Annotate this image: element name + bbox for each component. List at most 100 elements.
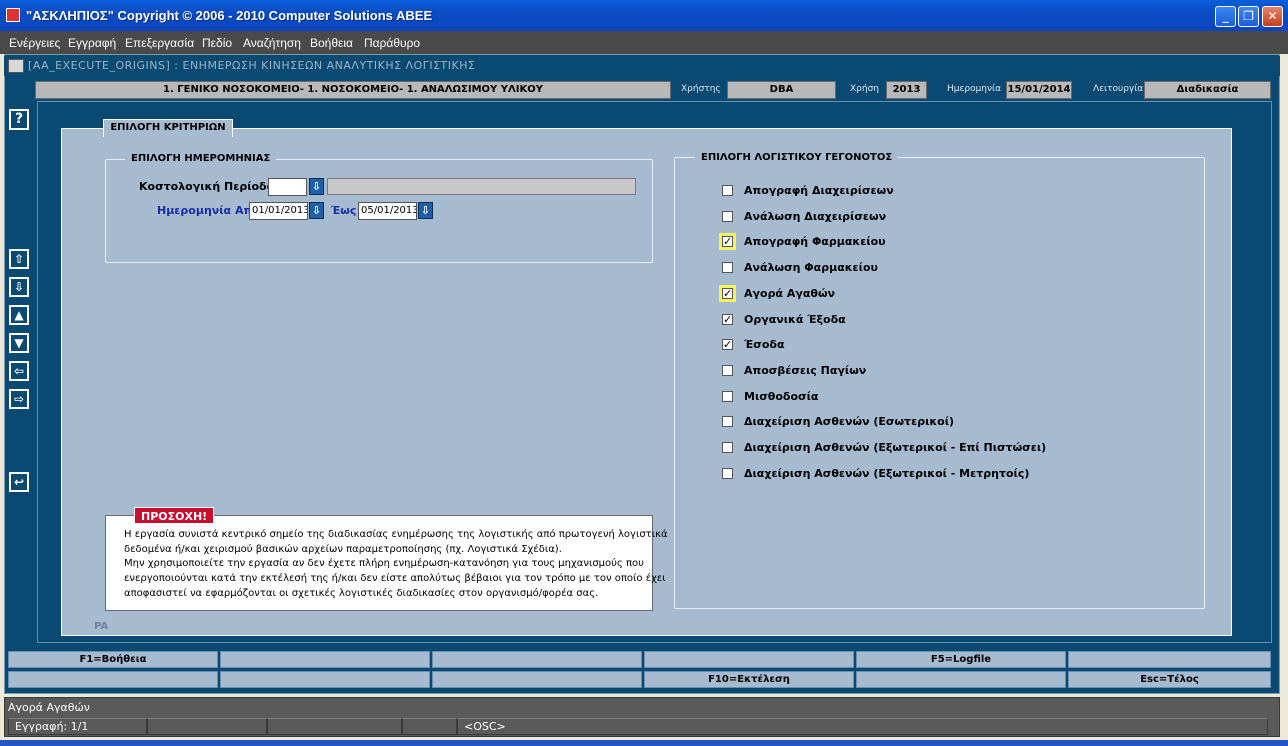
warning-line: Μην χρησιμοποιείτε την εργασία αν δεν έχ… bbox=[124, 558, 644, 570]
event-checkbox[interactable] bbox=[722, 468, 733, 479]
warning-line: Η εργασία συνιστά κεντρικό σημείο της δι… bbox=[124, 529, 668, 540]
exit-button[interactable]: ↩ bbox=[9, 472, 29, 492]
status-record: Εγγραφή: 1/1 bbox=[8, 718, 147, 735]
next-record-button[interactable]: ▼ bbox=[9, 333, 29, 353]
warning-text: Η εργασία συνιστά κεντρικό σημείο της δι… bbox=[124, 528, 668, 602]
warning-title: ΠΡΟΣΟΧΗ! bbox=[134, 507, 215, 524]
cost-period-label: Κοστολογική Περίοδος bbox=[139, 180, 281, 193]
event-checkbox[interactable] bbox=[722, 442, 733, 453]
f5-logfile-button[interactable]: F5=Logfile bbox=[856, 651, 1066, 668]
esc-end-button[interactable]: Esc=Τέλος bbox=[1068, 671, 1271, 688]
event-checkbox-label: Διαχείριση Ασθενών (Εσωτερικοί) bbox=[744, 415, 955, 428]
event-checkbox-label: Αποσβέσεις Παγίων bbox=[744, 364, 867, 377]
status-row: Εγγραφή: 1/1 <OSC> bbox=[8, 718, 1272, 735]
fkey-empty[interactable] bbox=[856, 671, 1066, 688]
date-group-title: ΕΠΙΛΟΓΗ ΗΜΕΡΟΜΗΝΙΑΣ bbox=[125, 153, 277, 164]
event-checkbox-label: Οργανικά Έξοδα bbox=[744, 313, 846, 326]
event-group bbox=[674, 157, 1205, 609]
fkey-empty[interactable] bbox=[432, 671, 642, 688]
fkey-empty[interactable] bbox=[8, 671, 218, 688]
org-field: 1. ΓΕΝΙΚΟ ΝΟΣΟΚΟΜΕΙΟ- 1. ΝΟΣΟΚΟΜΕΙΟ- 1. … bbox=[35, 81, 671, 99]
event-checkbox[interactable]: ✓ bbox=[722, 339, 733, 350]
fkey-empty[interactable] bbox=[644, 651, 854, 668]
taskbar bbox=[0, 740, 1288, 746]
event-checkbox[interactable] bbox=[722, 211, 733, 222]
warning-line: ενεργοποιούνται κατά την εκτέλεσή της ή/… bbox=[124, 573, 666, 585]
event-checkbox-label: Απογραφή Διαχειρίσεων bbox=[744, 184, 894, 197]
event-checkbox[interactable] bbox=[722, 365, 733, 376]
close-button[interactable]: ✕ bbox=[1262, 6, 1283, 27]
year-label: Χρήση bbox=[850, 84, 879, 94]
event-checkbox[interactable] bbox=[722, 416, 733, 427]
date-label: Ημερομηνία bbox=[947, 84, 1002, 94]
menu-search[interactable]: Αναζήτηση bbox=[243, 36, 301, 50]
title-bar: "ΑΣΚΛΗΠΙΟΣ" Copyright © 2006 - 2010 Comp… bbox=[0, 0, 1288, 31]
cost-period-input[interactable] bbox=[268, 178, 307, 196]
help-button[interactable]: ? bbox=[9, 109, 29, 130]
status-mode: <OSC> bbox=[457, 718, 1268, 735]
status-cell bbox=[147, 718, 267, 735]
next-block-button[interactable]: ⇨ bbox=[9, 389, 29, 409]
event-checkbox-label: Διαχείριση Ασθενών (Εξωτερικοί - Επί Πισ… bbox=[744, 441, 1047, 454]
year-field: 2013 bbox=[886, 81, 927, 99]
criteria-tab: ΕΠΙΛΟΓΗ ΚΡΙΤΗΡΙΩΝ bbox=[103, 119, 233, 137]
cost-period-lov-icon[interactable]: ⇩ bbox=[309, 178, 324, 195]
date-to-calendar-icon[interactable]: ⇩ bbox=[418, 202, 433, 219]
menu-record[interactable]: Εγγραφή bbox=[68, 36, 116, 50]
event-checkbox-label: Αγορά Αγαθών bbox=[744, 287, 835, 300]
menu-help[interactable]: Βοήθεια bbox=[310, 36, 353, 50]
event-group-title: ΕΠΙΛΟΓΗ ΛΟΓΙΣΤΙΚΟΥ ΓΕΓΟΝΟΤΟΣ bbox=[695, 152, 899, 163]
form-icon bbox=[8, 59, 24, 73]
date-to-input[interactable]: 05/01/2013 bbox=[358, 202, 417, 220]
form-header-text: [AA_EXECUTE_ORIGINS] : ΕΝΗΜΕΡΩΣΗ ΚΙΝΗΣΕΩ… bbox=[28, 59, 476, 72]
date-from-input[interactable]: 01/01/2013 bbox=[249, 202, 308, 220]
function-label: Λειτουργία bbox=[1093, 84, 1144, 94]
event-checkbox-label: Έσοδα bbox=[744, 338, 785, 351]
date-field: 15/01/2014 bbox=[1006, 81, 1072, 99]
window-title: "ΑΣΚΛΗΠΙΟΣ" Copyright © 2006 - 2010 Comp… bbox=[26, 8, 433, 23]
event-checkbox[interactable]: ✓ bbox=[719, 233, 736, 250]
event-checkbox-label: Μισθοδοσία bbox=[744, 390, 819, 403]
minimize-button[interactable]: _ bbox=[1215, 6, 1236, 27]
user-label: Χρήστης bbox=[681, 84, 721, 94]
restore-button[interactable]: ❐ bbox=[1238, 6, 1259, 27]
app-icon bbox=[6, 8, 20, 22]
date-from-calendar-icon[interactable]: ⇩ bbox=[309, 202, 324, 219]
menu-actions[interactable]: Ενέργειες bbox=[9, 36, 60, 50]
status-cell bbox=[267, 718, 402, 735]
event-checkbox[interactable] bbox=[722, 262, 733, 273]
event-checkbox-label: Απογραφή Φαρμακείου bbox=[744, 235, 886, 248]
user-field: DBA bbox=[727, 81, 836, 99]
event-checkbox[interactable]: ✓ bbox=[719, 285, 736, 302]
menu-edit[interactable]: Επεξεργασία bbox=[125, 36, 194, 50]
f1-help-button[interactable]: F1=Βοήθεια bbox=[8, 651, 218, 668]
event-checkbox-label: Ανάλωση Φαρμακείου bbox=[744, 261, 878, 274]
menu-window[interactable]: Παράθυρο bbox=[364, 36, 420, 50]
menu-bar: Ενέργειες Εγγραφή Επεξεργασία Πεδίο Αναζ… bbox=[0, 31, 1288, 54]
event-checkbox-label: Διαχείριση Ασθενών (Εξωτερικοί - Μετρητο… bbox=[744, 467, 1030, 480]
form-header: [AA_EXECUTE_ORIGINS] : ΕΝΗΜΕΡΩΣΗ ΚΙΝΗΣΕΩ… bbox=[4, 56, 1280, 76]
previous-block-button[interactable]: ⇦ bbox=[9, 361, 29, 381]
date-from-label: Ημερομηνία Από bbox=[157, 204, 260, 217]
event-checkbox-label: Ανάλωση Διαχειρίσεων bbox=[744, 210, 887, 223]
function-field: Διαδικασία bbox=[1144, 81, 1271, 99]
fkey-empty[interactable] bbox=[1068, 651, 1271, 668]
event-checkbox[interactable] bbox=[722, 185, 733, 196]
last-record-button[interactable]: ⇩ bbox=[9, 277, 29, 297]
fkey-empty[interactable] bbox=[220, 651, 430, 668]
event-checkbox[interactable] bbox=[722, 391, 733, 402]
status-cell bbox=[402, 718, 457, 735]
cost-period-description bbox=[327, 178, 636, 195]
f10-execute-button[interactable]: F10=Εκτέλεση bbox=[644, 671, 854, 688]
menu-field[interactable]: Πεδίο bbox=[202, 36, 232, 50]
warning-line: δεδομένα ή/και χειρισμού βασικών αρχείων… bbox=[124, 543, 562, 555]
fkey-empty[interactable] bbox=[220, 671, 430, 688]
fkey-empty[interactable] bbox=[432, 651, 642, 668]
status-message: Αγορά Αγαθών bbox=[8, 701, 90, 714]
warning-line: αποφασιστεί να εφαρμόζονται οι σχετικές … bbox=[124, 587, 599, 599]
event-checkbox[interactable]: ✓ bbox=[722, 314, 733, 325]
first-record-button[interactable]: ⇧ bbox=[9, 249, 29, 269]
date-to-label: Έως bbox=[331, 204, 357, 217]
pa-label: PA bbox=[94, 621, 109, 632]
previous-record-button[interactable]: ▲ bbox=[9, 305, 29, 325]
